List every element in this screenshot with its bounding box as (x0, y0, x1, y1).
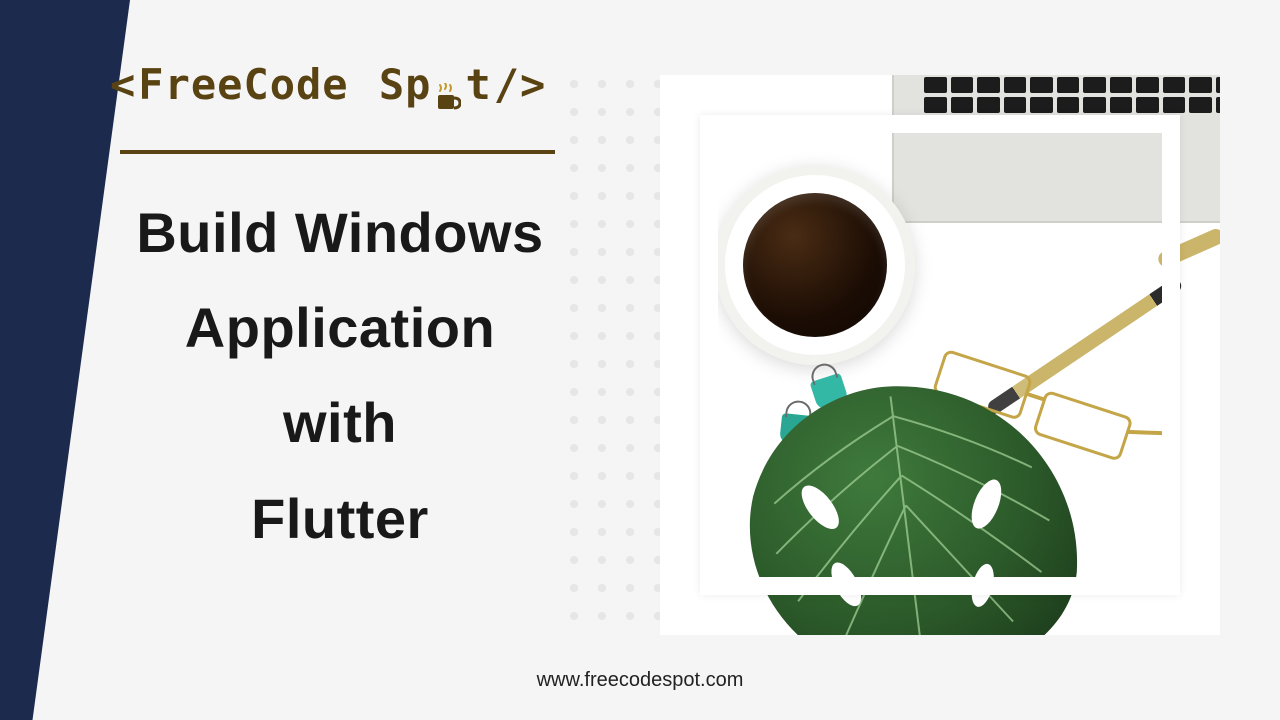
logo-angle-close: /> (494, 60, 547, 109)
article-title: Build Windows Application with Flutter (110, 185, 570, 566)
hero-photo (660, 75, 1220, 635)
title-line-1: Build Windows (110, 185, 570, 280)
logo-word-sp: Sp (379, 60, 432, 109)
title-line-3: with (110, 375, 570, 470)
coffee-cup-illustration (715, 165, 915, 365)
footer-site-url: www.freecodespot.com (0, 669, 1280, 692)
laptop-keyboard-illustration (892, 75, 1220, 223)
logo-underline-divider (120, 150, 555, 154)
banner-canvas: < FreeCode Sp t /> Build Windows Applica… (0, 0, 1280, 720)
hero-photo-frame (660, 75, 1220, 635)
logo-word-t: t (465, 60, 491, 109)
logo-angle-open: < (110, 60, 136, 109)
coffee-cup-icon (435, 79, 461, 109)
title-line-2: Application (110, 280, 570, 375)
pen-cap-illustration (1156, 226, 1220, 269)
monstera-leaf-illustration (700, 350, 1121, 635)
title-line-4: Flutter (110, 471, 570, 566)
logo-word-freecode: FreeCode (138, 60, 348, 109)
site-logo: < FreeCode Sp t /> (110, 60, 546, 109)
